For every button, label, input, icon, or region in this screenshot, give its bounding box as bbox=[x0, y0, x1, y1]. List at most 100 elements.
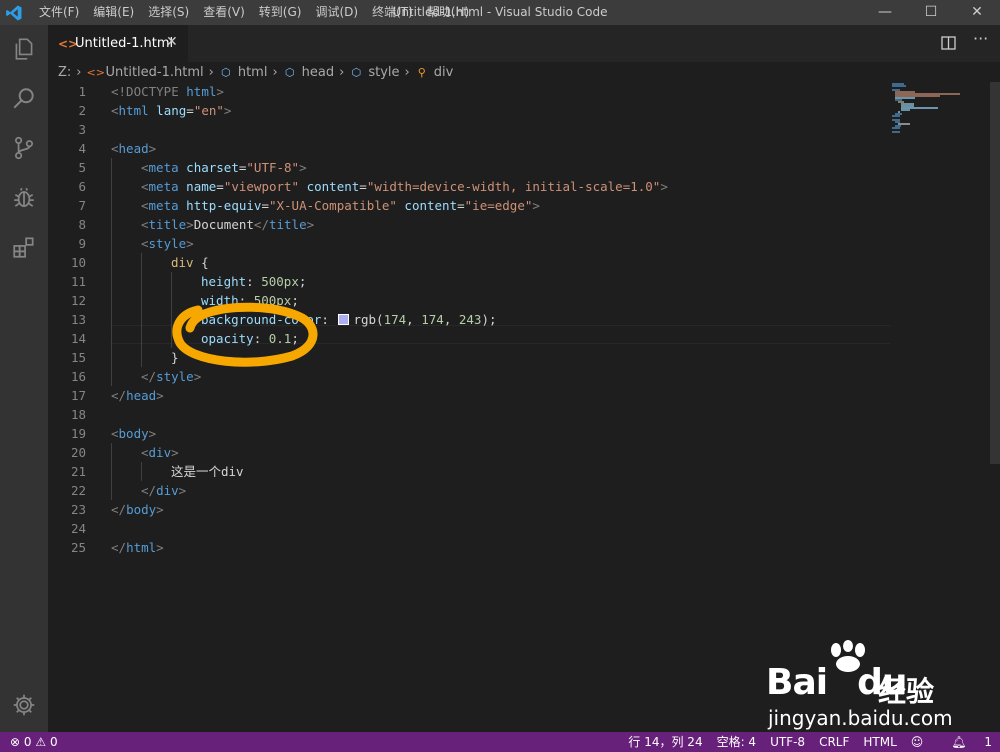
maximize-button[interactable]: ☐ bbox=[908, 0, 954, 25]
code-line: </div> bbox=[141, 483, 187, 498]
code-line: div { bbox=[171, 255, 209, 270]
breadcrumb-drive[interactable]: Z: bbox=[58, 65, 71, 80]
source-control-icon[interactable] bbox=[8, 132, 40, 164]
problems-indicator[interactable]: ⊗ 0 ⚠ 0 bbox=[10, 732, 58, 752]
symbol-class-icon: ⚲ bbox=[417, 65, 426, 79]
code-line: </body> bbox=[111, 502, 164, 517]
bell-icon: 🔔︎ bbox=[951, 735, 967, 749]
symbol-element-icon: ⬡ bbox=[284, 65, 295, 79]
code-line: <style> bbox=[141, 236, 194, 251]
code-line: height: 500px; bbox=[201, 274, 307, 289]
vertical-scrollbar[interactable] bbox=[990, 82, 1000, 464]
cursor-position[interactable]: 行 14，列 24 bbox=[628, 732, 702, 752]
line-number: 18 bbox=[70, 407, 86, 422]
code-line: <meta name="viewport" content="width=dev… bbox=[141, 179, 668, 194]
line-number: 16 bbox=[70, 369, 86, 384]
code-line: <div> bbox=[141, 445, 179, 460]
tab-label: Untitled-1.html bbox=[75, 36, 174, 51]
feedback-smiley-icon[interactable]: ☺ bbox=[911, 732, 924, 752]
menu-selection[interactable]: 选择(S) bbox=[141, 0, 196, 25]
editor-tabs-bar: <> Untitled-1.html ✕ ··· bbox=[48, 25, 1000, 62]
html-file-icon: <> bbox=[86, 65, 105, 79]
line-number: 10 bbox=[70, 255, 86, 270]
debug-icon[interactable] bbox=[8, 182, 40, 214]
minimize-button[interactable]: — bbox=[862, 0, 908, 25]
more-actions-button[interactable]: ··· bbox=[973, 29, 988, 48]
watermark-url: jingyan.baidu.com bbox=[768, 706, 953, 730]
close-window-button[interactable]: ✕ bbox=[954, 0, 1000, 25]
menu-go[interactable]: 转到(G) bbox=[252, 0, 309, 25]
encoding[interactable]: UTF-8 bbox=[770, 732, 805, 752]
line-number: 17 bbox=[70, 388, 86, 403]
activity-bar bbox=[0, 25, 48, 732]
code-editor[interactable]: 1 2 3 4 5 6 7 8 9 10 11 12 13 14 15 16 1… bbox=[48, 82, 990, 732]
breadcrumb-file[interactable]: <> Untitled-1.html bbox=[87, 65, 204, 80]
settings-gear-icon[interactable] bbox=[8, 689, 40, 721]
breadcrumb-separator-icon: › bbox=[339, 64, 345, 80]
code-line: <head> bbox=[111, 141, 157, 156]
menu-file[interactable]: 文件(F) bbox=[32, 0, 86, 25]
code-line: opacity: 0.1; bbox=[201, 331, 299, 346]
code-line: </head> bbox=[111, 388, 164, 403]
tab-untitled-1[interactable]: <> Untitled-1.html ✕ bbox=[48, 25, 188, 62]
vscode-logo-icon bbox=[6, 5, 22, 21]
breadcrumb-separator-icon: › bbox=[208, 64, 214, 80]
code-line: <meta charset="UTF-8"> bbox=[141, 160, 307, 175]
breadcrumb-separator-icon: › bbox=[272, 64, 278, 80]
code-line: <title>Document</title> bbox=[141, 217, 315, 232]
line-number: 12 bbox=[70, 293, 86, 308]
line-number: 4 bbox=[78, 141, 86, 156]
watermark-product: 经验 bbox=[878, 675, 935, 708]
menu-debug[interactable]: 调试(D) bbox=[308, 0, 365, 25]
breadcrumb-head[interactable]: ⬡ head bbox=[283, 65, 334, 80]
line-number: 1 bbox=[78, 84, 86, 99]
indent-guide bbox=[141, 462, 142, 481]
line-number: 24 bbox=[70, 521, 86, 536]
line-number: 11 bbox=[70, 274, 86, 289]
line-number: 2 bbox=[78, 103, 86, 118]
menu-edit[interactable]: 编辑(E) bbox=[86, 0, 141, 25]
line-number: 7 bbox=[78, 198, 86, 213]
split-editor-icon[interactable] bbox=[940, 34, 958, 52]
symbol-element-icon: ⬡ bbox=[351, 65, 362, 79]
baidu-jingyan-watermark: Bai du 经验 jingyan.baidu.com bbox=[766, 640, 976, 735]
line-number: 8 bbox=[78, 217, 86, 232]
code-line: <!DOCTYPE html> bbox=[111, 84, 224, 99]
indentation[interactable]: 空格: 4 bbox=[717, 732, 757, 752]
end-of-line[interactable]: CRLF bbox=[819, 732, 849, 752]
tab-close-icon[interactable]: ✕ bbox=[166, 34, 178, 50]
color-swatch[interactable] bbox=[338, 314, 350, 325]
line-number: 23 bbox=[70, 502, 86, 517]
line-number: 5 bbox=[78, 160, 86, 175]
menu-terminal[interactable]: 终端(T) bbox=[365, 0, 420, 25]
menu-help[interactable]: 帮助(H) bbox=[420, 0, 476, 25]
code-line: width: 500px; bbox=[201, 293, 299, 308]
menu-view[interactable]: 查看(V) bbox=[196, 0, 252, 25]
minimap[interactable] bbox=[890, 82, 980, 142]
extensions-icon[interactable] bbox=[8, 231, 40, 263]
breadcrumb-html[interactable]: ⬡ html bbox=[219, 65, 267, 80]
explorer-icon[interactable] bbox=[8, 33, 40, 65]
code-line: <meta http-equiv="X-UA-Compatible" conte… bbox=[141, 198, 540, 213]
line-number: 20 bbox=[70, 445, 86, 460]
code-line: <html lang="en"> bbox=[111, 103, 232, 118]
breadcrumb-separator-icon: › bbox=[76, 64, 82, 80]
line-number: 14 bbox=[70, 331, 86, 346]
code-line: </style> bbox=[141, 369, 202, 384]
line-number: 3 bbox=[78, 122, 86, 137]
symbol-element-icon: ⬡ bbox=[221, 65, 231, 79]
line-number: 15 bbox=[70, 350, 86, 365]
language-mode[interactable]: HTML bbox=[863, 732, 896, 752]
line-number: 19 bbox=[70, 426, 86, 441]
line-number: 25 bbox=[70, 540, 86, 555]
breadcrumb-style[interactable]: ⬡ style bbox=[349, 65, 400, 80]
status-bar-right: 行 14，列 24 空格: 4 UTF-8 CRLF HTML ☺ 🔔︎ 1 bbox=[614, 732, 992, 752]
indent-guide bbox=[171, 272, 172, 348]
breadcrumb-div[interactable]: ⚲ div bbox=[415, 65, 454, 80]
search-icon[interactable] bbox=[8, 83, 40, 115]
code-line: <body> bbox=[111, 426, 157, 441]
menu-bar: 文件(F) 编辑(E) 选择(S) 查看(V) 转到(G) 调试(D) 终端(T… bbox=[32, 0, 476, 25]
notifications-bell[interactable]: 🔔︎ 1 bbox=[937, 732, 992, 752]
breadcrumb-separator-icon: › bbox=[404, 64, 410, 80]
error-count: 0 bbox=[23, 735, 32, 749]
